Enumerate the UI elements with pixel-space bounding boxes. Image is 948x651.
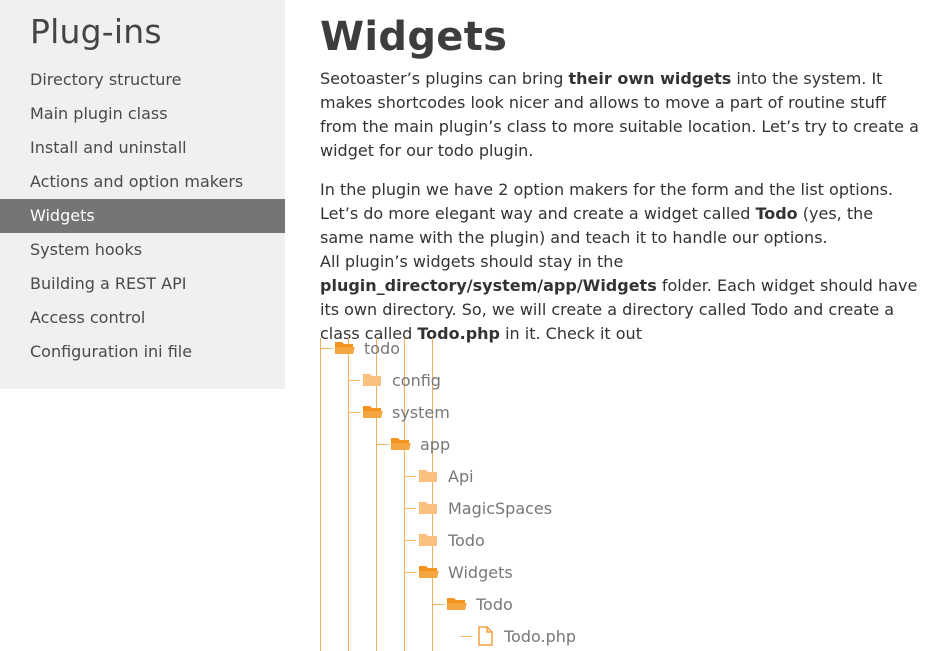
sidebar-title: Plug-ins: [30, 12, 162, 51]
tree-node: Todo.php: [474, 626, 576, 646]
sidebar-item-configuration-ini-file[interactable]: Configuration ini file: [0, 335, 285, 369]
tree-node: Todo: [418, 530, 485, 550]
tree-node: todo: [334, 338, 400, 358]
sidebar-item-building-a-rest-api[interactable]: Building a REST API: [0, 267, 285, 301]
folder-icon: [418, 530, 440, 550]
folder-icon: [362, 370, 384, 390]
folder-open-icon: [334, 338, 356, 358]
tree-node-label: Todo: [476, 594, 513, 614]
tree-node-label: Todo: [448, 530, 485, 550]
file-icon: [474, 626, 496, 646]
sidebar-item-system-hooks[interactable]: System hooks: [0, 233, 285, 267]
sidebar-item-install-and-uninstall[interactable]: Install and uninstall: [0, 131, 285, 165]
folder-open-icon: [418, 562, 440, 582]
widgets-text-3: All plugin’s widgets should stay in the: [320, 252, 624, 271]
tree-node-label: MagicSpaces: [448, 498, 553, 518]
tree-node-label: config: [392, 370, 441, 390]
directory-tree: todo config system app Api MagicSpaces Todo Wid…: [320, 332, 720, 651]
widgets-path-bold: plugin_directory/system/app/Widgets: [320, 276, 657, 295]
sidebar-item-actions-and-option-makers[interactable]: Actions and option makers: [0, 165, 285, 199]
folder-open-icon: [446, 594, 468, 614]
tree-node: MagicSpaces: [418, 498, 552, 518]
sidebar: Plug-ins Directory structure Main plugin…: [0, 0, 285, 389]
sidebar-nav: Directory structure Main plugin class In…: [0, 63, 285, 369]
page-title: Widgets: [320, 14, 508, 60]
tree-node-label: Todo.php: [504, 626, 577, 646]
tree-node-label: todo: [364, 338, 401, 358]
folder-open-icon: [390, 434, 412, 454]
intro-bold-text: their own widgets: [568, 69, 732, 88]
sidebar-item-widgets[interactable]: Widgets: [0, 199, 285, 233]
tree-node: Api: [418, 466, 474, 486]
tree-node-label: Widgets: [448, 562, 513, 582]
tree-node: Widgets: [418, 562, 513, 582]
tree-node: app: [390, 434, 450, 454]
tree-node-label: system: [392, 402, 450, 422]
intro-paragraph: Seotoaster’s plugins can bring their own…: [320, 67, 920, 163]
tree-node-label: app: [420, 434, 451, 454]
folder-icon: [418, 498, 440, 518]
sidebar-item-access-control[interactable]: Access control: [0, 301, 285, 335]
sidebar-item-directory-structure[interactable]: Directory structure: [0, 63, 285, 97]
tree-node: Todo: [446, 594, 513, 614]
tree-node-label: Api: [448, 466, 474, 486]
tree-node: system: [362, 402, 450, 422]
folder-open-icon: [362, 402, 384, 422]
widgets-paragraph: In the plugin we have 2 option makers fo…: [320, 178, 920, 346]
tree-node: config: [362, 370, 441, 390]
intro-text-1: Seotoaster’s plugins can bring: [320, 69, 569, 88]
folder-icon: [418, 466, 440, 486]
widget-name-bold: Todo: [755, 204, 798, 223]
sidebar-item-main-plugin-class[interactable]: Main plugin class: [0, 97, 285, 131]
